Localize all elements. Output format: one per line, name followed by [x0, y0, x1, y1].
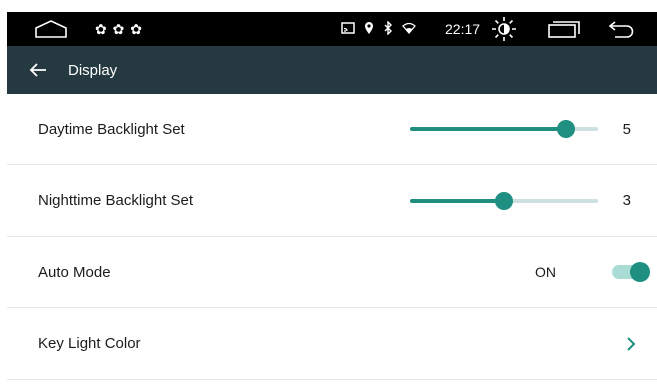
status-bar: ✿ ✿ ✿ 22:17: [7, 12, 657, 46]
slider-thumb[interactable]: [495, 191, 513, 210]
home-icon[interactable]: [34, 12, 68, 46]
setting-label: Daytime Backlight Set: [38, 120, 185, 138]
auto-mode-toggle[interactable]: [612, 262, 650, 282]
setting-value: 5: [622, 120, 631, 138]
slider-fill: [410, 198, 504, 203]
slider-fill: [410, 127, 567, 131]
toggle-knob: [630, 262, 650, 282]
back-icon[interactable]: [607, 12, 637, 46]
settings-list: Daytime Backlight Set 5 Nighttime Backli…: [7, 94, 657, 388]
setting-label: Key Light Color: [38, 335, 141, 352]
brightness-icon[interactable]: [491, 12, 517, 46]
setting-row-auto-mode[interactable]: Auto Mode ON: [7, 237, 657, 308]
arrow-left-icon[interactable]: [29, 46, 47, 94]
setting-row-nighttime-backlight: Nighttime Backlight Set 3: [7, 165, 657, 237]
page-title: Display: [68, 61, 118, 79]
nighttime-backlight-slider[interactable]: [410, 191, 598, 210]
recents-icon[interactable]: [547, 12, 581, 46]
cast-icon: [341, 21, 355, 37]
chevron-right-icon[interactable]: [626, 308, 636, 379]
slider-thumb[interactable]: [557, 120, 576, 138]
notification-icons: ✿ ✿ ✿: [95, 20, 143, 37]
setting-label: Nighttime Backlight Set: [38, 192, 194, 209]
location-icon: [364, 21, 374, 38]
status-clock: 22:17: [445, 21, 481, 37]
title-bar: Display: [7, 46, 657, 94]
system-status-icons: [341, 12, 416, 46]
bluetooth-icon: [383, 19, 393, 38]
setting-label: Auto Mode: [38, 263, 111, 281]
toggle-state-label: ON: [535, 264, 556, 280]
daytime-backlight-slider[interactable]: [410, 120, 598, 138]
wifi-icon: [402, 22, 416, 37]
setting-row-key-light-color[interactable]: Key Light Color: [7, 308, 657, 380]
setting-value: 3: [622, 192, 631, 209]
setting-row-daytime-backlight: Daytime Backlight Set 5: [7, 94, 657, 165]
screen: ✿ ✿ ✿ 22:17 Display Daytime Backlight Se…: [0, 0, 657, 388]
